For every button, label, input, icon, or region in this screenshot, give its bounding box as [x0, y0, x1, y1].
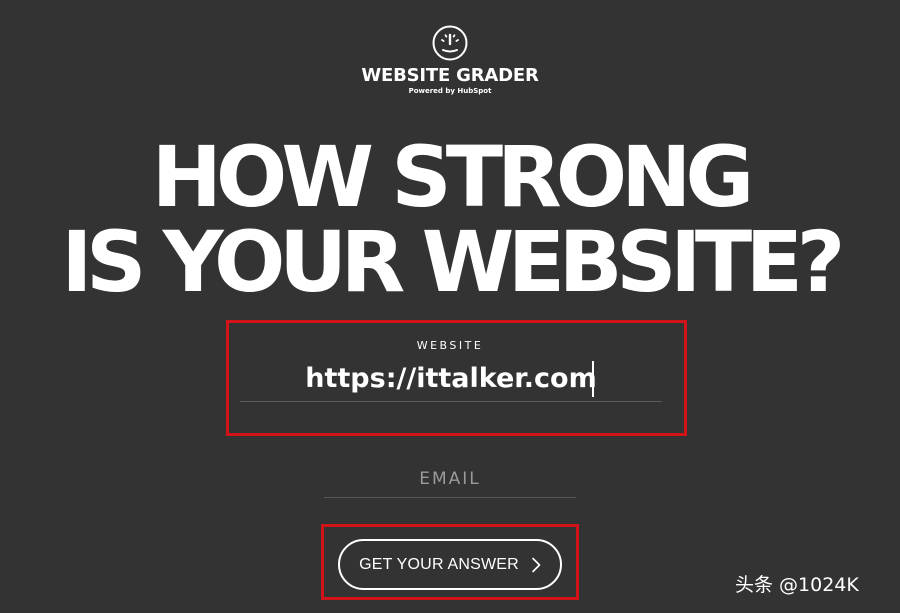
watermark: 头条 @1024K — [735, 574, 859, 596]
website-label: WEBSITE — [416, 339, 484, 352]
text-caret — [592, 361, 594, 397]
logo-title: WEBSITE GRADER — [361, 65, 539, 86]
website-input[interactable] — [240, 356, 662, 402]
chevron-right-icon — [532, 557, 541, 572]
page: WEBSITE GRADER Powered by HubSpot HOW ST… — [0, 0, 900, 613]
email-input[interactable] — [324, 460, 576, 498]
headline-line-2: IS YOUR WEBSITE? — [61, 213, 845, 311]
get-your-answer-button[interactable]: GET YOUR ANSWER — [338, 539, 562, 590]
headline-line-1: HOW STRONG — [151, 128, 755, 226]
speedometer-icon — [432, 25, 468, 61]
logo-subtitle: Powered by HubSpot — [408, 87, 492, 95]
submit-button-label: GET YOUR ANSWER — [359, 555, 519, 573]
logo[interactable]: WEBSITE GRADER Powered by HubSpot — [0, 24, 900, 95]
